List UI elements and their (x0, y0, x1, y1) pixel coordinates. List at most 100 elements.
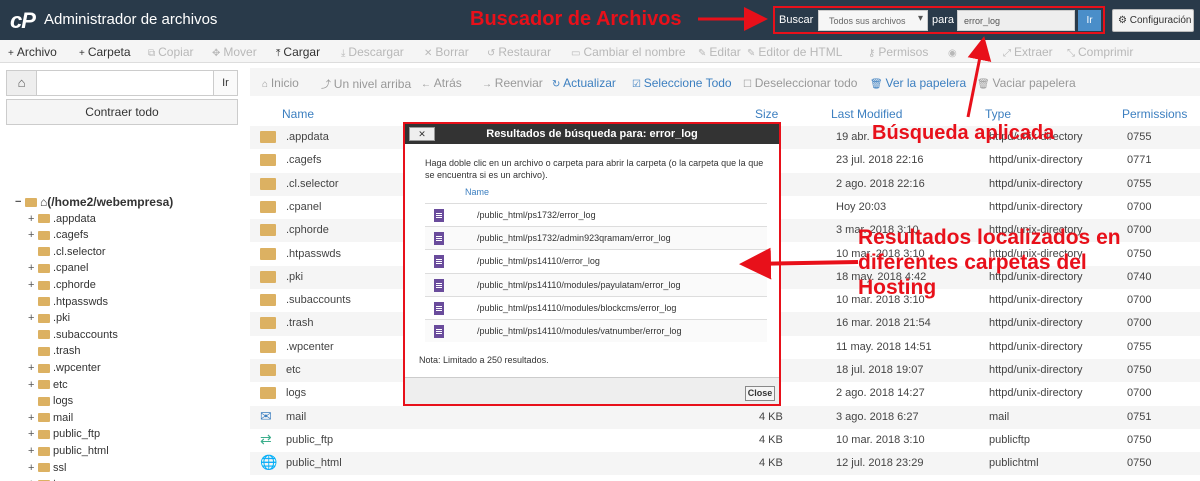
toolbar-editar-button[interactable]: ✎ Editar (698, 45, 741, 59)
tree-item-cl-selector[interactable]: .cl.selector (28, 244, 106, 260)
folder-icon (38, 313, 50, 323)
tree-item-ssl[interactable]: + ssl (28, 460, 66, 476)
cell-type: httpd/unix-directory (989, 177, 1083, 190)
expand-icon[interactable]: + (28, 379, 38, 391)
folder-icon (260, 154, 276, 167)
nav-reenviar-button[interactable]: → Reenviar (482, 76, 543, 90)
cell-perms: 0700 (1127, 200, 1152, 213)
expand-icon[interactable]: + (28, 428, 38, 440)
toolbar-copiar-button[interactable]: ⧉ Copiar (148, 45, 194, 59)
collapse-icon[interactable]: − (15, 196, 25, 208)
tree-item-subaccounts[interactable]: .subaccounts (28, 327, 118, 343)
tree-item-trash[interactable]: .trash (28, 343, 81, 359)
tree-item-mail[interactable]: + mail (28, 410, 73, 426)
search-input[interactable]: error_log (957, 10, 1075, 31)
nav-actualizar-button[interactable]: ↻ Actualizar (552, 76, 616, 90)
close-icon[interactable]: ✕ (409, 127, 435, 141)
search-result-item[interactable]: /public_html/ps14110/modules/vatnumber/e… (425, 319, 767, 342)
expand-icon[interactable]: + (28, 412, 38, 424)
toolbar-restaurar-button[interactable]: ↺ Restaurar (487, 45, 551, 59)
tree-item-tmp[interactable]: +tmp (28, 476, 71, 481)
cell-perms: 0771 (1127, 154, 1152, 167)
close-button[interactable]: Close (745, 386, 775, 401)
nav-deseleccionar-todo-button[interactable]: ☐ Deseleccionar todo (743, 76, 857, 90)
tree-item-cpanel[interactable]: + .cpanel (28, 260, 88, 276)
search-go-button[interactable]: Ir (1078, 10, 1101, 31)
extraer-icon: ⤢ (1003, 48, 1011, 59)
toolbar-carpeta-button[interactable]: + Carpeta (79, 45, 131, 59)
search-result-item[interactable]: /public_html/ps14110/modules/blockcms/er… (425, 295, 767, 319)
editar-icon: ✎ (698, 48, 707, 59)
cell-perms: 0740 (1127, 270, 1152, 283)
cell-name: .wpcenter (286, 340, 334, 353)
expand-icon[interactable]: + (28, 279, 38, 291)
tree-item-wpcenter[interactable]: + .wpcenter (28, 360, 101, 376)
home-icon[interactable]: ⌂ (7, 71, 37, 95)
tree-item-cphorde[interactable]: + .cphorde (28, 277, 96, 293)
table-row[interactable]: ✉ mail 4 KB 3 ago. 2018 6:27 mail 0751 (250, 405, 1200, 429)
expand-icon[interactable]: + (28, 362, 38, 374)
toolbar-permisos-button[interactable]: ⚷ Permisos (868, 45, 928, 59)
cell-name: .trash (286, 317, 314, 330)
nav-ver-la-papelera-button[interactable]: 🗑 Ver la papelera (870, 76, 966, 90)
tree-item-appdata[interactable]: + .appdata (28, 211, 96, 227)
nav-seleccione-todo-button[interactable]: ☑ Seleccione Todo (632, 76, 732, 90)
expand-icon[interactable]: + (28, 462, 38, 474)
search-result-item[interactable]: /public_html/ps14110/modules/payulatam/e… (425, 272, 767, 296)
expand-icon[interactable]: + (28, 213, 38, 225)
column-header-last-modified[interactable]: Last Modified (831, 107, 902, 121)
toolbar-archivo-button[interactable]: + Archivo (8, 45, 57, 59)
toolbar-editor-de-html-button[interactable]: ✎ Editor de HTML (747, 45, 842, 59)
search-result-item[interactable]: /public_html/ps14110/error_log (425, 249, 767, 272)
tree-item-public-ftp[interactable]: + public_ftp (28, 426, 100, 442)
column-header-size[interactable]: Size (755, 107, 778, 121)
globe-icon: 🌐 (260, 454, 278, 471)
search-results-dialog: Resultados de búsqueda para: error_log ✕… (403, 122, 781, 406)
nav-atr-s-button[interactable]: ← Atrás (421, 76, 462, 90)
toolbar-cargar-button[interactable]: ⤒ Cargar (276, 45, 320, 59)
nav-vaciar-papelera-button[interactable]: 🗑 Vaciar papelera (977, 76, 1076, 90)
tree-item-home2-webempresa[interactable]: − ⌂ (/home2/webempresa) (15, 194, 173, 210)
annotation-buscador: Buscador de Archivos (470, 8, 682, 30)
toolbar-view-button[interactable]: ◉ (948, 45, 960, 59)
cell-type: httpd/unix-directory (989, 387, 1083, 400)
column-header-name[interactable]: Name (282, 107, 314, 121)
toolbar-comprimir-button[interactable]: ⤡ Comprimir (1067, 45, 1133, 59)
column-header-permissions[interactable]: Permissions (1122, 107, 1187, 121)
expand-icon[interactable]: + (28, 229, 38, 241)
expand-icon[interactable]: + (28, 262, 38, 274)
cell-type: publicftp (989, 433, 1030, 446)
gear-icon: ⚙ (1118, 15, 1127, 26)
folder-icon (260, 177, 276, 190)
folder-icon (38, 346, 50, 356)
toolbar-extraer-button[interactable]: ⤢ Extraer (1003, 45, 1053, 59)
toolbar-cambiar-el-nombre-button[interactable]: ▭ Cambiar el nombre (571, 45, 686, 59)
toolbar-descargar-button[interactable]: ⤓ Descargar (341, 45, 404, 59)
toolbar-borrar-button[interactable]: ✕ Borrar (424, 45, 469, 59)
tree-item-etc[interactable]: + etc (28, 377, 68, 393)
cell-modified: 19 abr. (836, 131, 870, 143)
cell-type: httpd/unix-directory (989, 340, 1083, 353)
search-result-item[interactable]: /public_html/ps1732/error_log (425, 203, 767, 226)
search-result-item[interactable]: /public_html/ps1732/admin923qramam/error… (425, 226, 767, 250)
ver-la-papelera-icon: 🗑 (870, 79, 886, 90)
collapse-all-button[interactable]: Contraer todo (6, 99, 238, 125)
tree-item-public-html[interactable]: + public_html (28, 443, 109, 459)
nav-inicio-button[interactable]: ⌂ Inicio (262, 76, 299, 90)
settings-button[interactable]: ⚙ Configuración (1112, 9, 1194, 32)
search-scope-select[interactable]: Todos sus archivos ▾ (818, 10, 928, 31)
tree-item-logs[interactable]: logs (28, 393, 73, 409)
nav-un-nivel-arriba-button[interactable]: ⤴ Un nivel arriba (321, 76, 411, 91)
table-row[interactable]: 🌐 public_html 4 KB 12 jul. 2018 23:29 public… (250, 452, 1200, 476)
tree-item-pki[interactable]: + .pki (28, 310, 70, 326)
borrar-icon: ✕ (424, 48, 433, 59)
tree-item-htpasswds[interactable]: .htpasswds (28, 294, 108, 310)
column-header-type[interactable]: Type (985, 107, 1011, 121)
table-row[interactable]: ⇄ public_ftp 4 KB 10 mar. 2018 3:10 publicft… (250, 429, 1200, 452)
expand-icon[interactable]: + (28, 312, 38, 324)
tree-item-cagefs[interactable]: + .cagefs (28, 227, 88, 243)
file-icon (434, 301, 444, 315)
toolbar-mover-button[interactable]: ✥ Mover (212, 45, 257, 59)
expand-icon[interactable]: + (28, 445, 38, 457)
path-go-button[interactable]: Ir (213, 71, 237, 95)
